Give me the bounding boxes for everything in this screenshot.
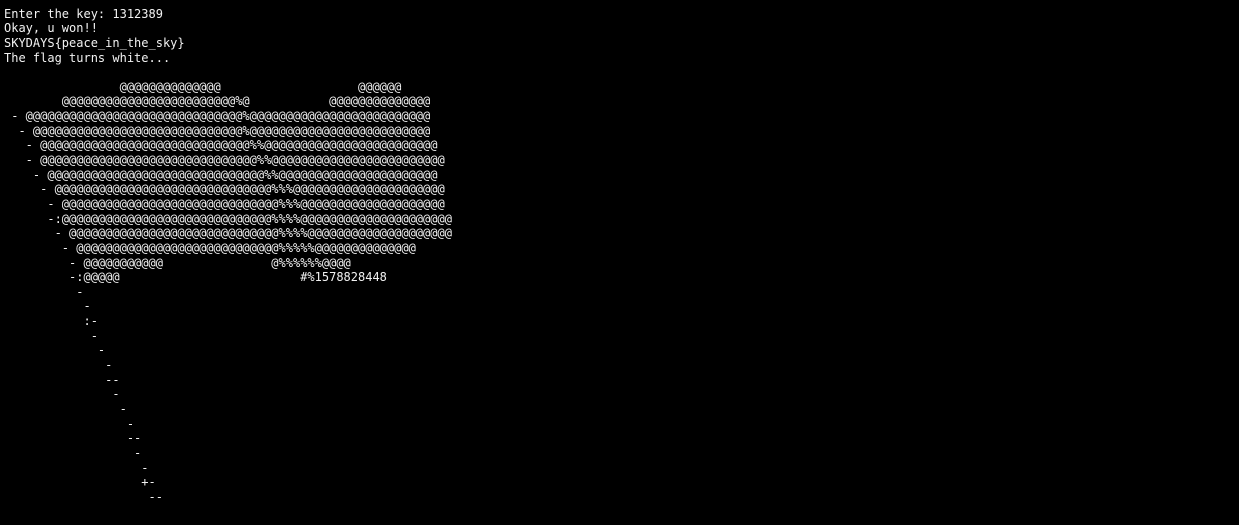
- ascii-art-line: --: [4, 372, 120, 387]
- ascii-art-line: -: [4, 460, 149, 475]
- ascii-art-line: - @@@@@@@@@@@@@@@@@@@@@@@@@@@@%%%%%@@@@@…: [4, 240, 416, 255]
- ascii-art-line: @@@@@@@@@@@@@@@@@@@@@@@@%@ @@@@@@@@@@@@@…: [4, 94, 431, 109]
- ascii-art-line: -: [4, 284, 84, 299]
- ascii-art-line: -: [4, 416, 135, 431]
- ascii-art-line: -: [4, 387, 120, 402]
- ascii-art-line: - @@@@@@@@@@@@@@@@@@@@@@@@@@@@@@%%@@@@@@…: [4, 167, 438, 182]
- message-line: The flag turns white...: [4, 50, 171, 65]
- key-prompt-line: Enter the key: 1312389: [4, 6, 163, 21]
- terminal-output: Enter the key: 1312389 Okay, u won!! SKYDA…: [4, 0, 452, 504]
- ascii-art-line: @@@@@@@@@@@@@@ @@@@@@: [4, 79, 402, 94]
- ascii-art-line: - @@@@@@@@@@@@@@@@@@@@@@@@@@@@@@%@@@@@@@…: [4, 109, 431, 124]
- ascii-art-line: -: [4, 299, 91, 314]
- ascii-art-line: - @@@@@@@@@@@@@@@@@@@@@@@@@@@@@%@@@@@@@@…: [4, 123, 431, 138]
- ascii-art-line: -: [4, 328, 98, 343]
- ascii-art-line: --: [4, 489, 163, 504]
- result-line: Okay, u won!!: [4, 21, 98, 36]
- ascii-art-line: - @@@@@@@@@@@@@@@@@@@@@@@@@@@@@@%%@@@@@@…: [4, 153, 445, 168]
- ascii-art-line: -: [4, 358, 113, 373]
- ascii-art-line: - @@@@@@@@@@@ @%%%%%%@@@@: [4, 255, 351, 270]
- ascii-art-line: - @@@@@@@@@@@@@@@@@@@@@@@@@@@@@%%%%@@@@@…: [4, 226, 452, 241]
- ascii-art-line: -:@@@@@@@@@@@@@@@@@@@@@@@@@@@@@%%%%@@@@@…: [4, 211, 452, 226]
- ascii-art-line: :-: [4, 314, 98, 329]
- ascii-art-line: -: [4, 343, 106, 358]
- flag-line: SKYDAYS{peace_in_the_sky}: [4, 35, 185, 50]
- ascii-art-line: -: [4, 445, 142, 460]
- ascii-art-line: -:@@@@@ #%1578828448: [4, 270, 387, 285]
- terminal-window[interactable]: Enter the key: 1312389 Okay, u won!! SKYDA…: [0, 0, 1239, 525]
- ascii-art-line: -: [4, 401, 127, 416]
- ascii-art-line: --: [4, 431, 142, 446]
- ascii-art-line: - @@@@@@@@@@@@@@@@@@@@@@@@@@@@@@%%%@@@@@…: [4, 196, 445, 211]
- ascii-art-line: +-: [4, 475, 156, 490]
- ascii-art-line: - @@@@@@@@@@@@@@@@@@@@@@@@@@@@@@%%%@@@@@…: [4, 182, 445, 197]
- ascii-art-line: - @@@@@@@@@@@@@@@@@@@@@@@@@@@@@%%@@@@@@@…: [4, 138, 438, 153]
